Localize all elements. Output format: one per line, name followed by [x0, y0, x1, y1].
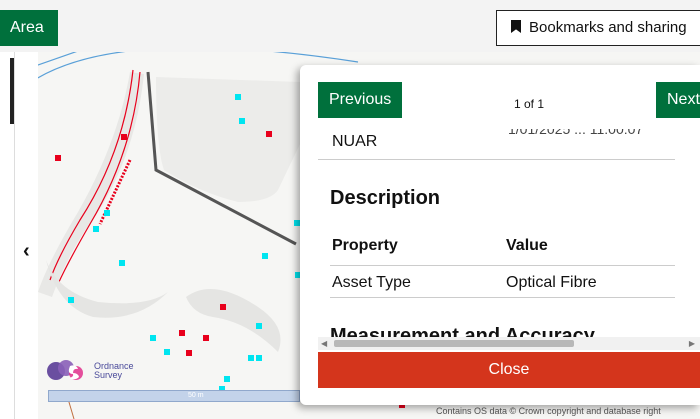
- source-value: NUAR: [332, 133, 378, 150]
- left-panel-edge: [0, 52, 14, 419]
- scrollbar-thumb[interactable]: [334, 340, 574, 347]
- table-cell-value: Optical Fibre: [506, 274, 597, 291]
- bookmarks-button[interactable]: Bookmarks and sharing: [496, 10, 700, 46]
- close-button[interactable]: Close: [318, 352, 700, 388]
- os-logo-text: Ordnance Survey: [94, 362, 134, 380]
- feature-info-popup: Previous 1 of 1 Next 1/01/2025 ... 11:00…: [300, 65, 700, 405]
- scroll-right-arrow-icon[interactable]: ▶: [689, 339, 695, 348]
- tree-canopy-1: [186, 289, 281, 352]
- divider: [318, 159, 675, 160]
- previous-button[interactable]: Previous: [318, 82, 403, 118]
- pager-count: 1 of 1: [514, 97, 545, 111]
- map-attribution: Contains OS data © Crown copyright and d…: [436, 406, 661, 416]
- table-divider: [330, 265, 675, 266]
- clipped-value: 1/01/2025 ... 11:00:07: [508, 129, 644, 137]
- chevron-left-icon[interactable]: ‹: [23, 240, 30, 263]
- next-button[interactable]: Next: [656, 82, 700, 118]
- road-verge: [38, 72, 144, 297]
- bookmark-icon: [511, 20, 521, 33]
- popup-scroll-content[interactable]: 1/01/2025 ... 11:00:07 NUAR Description …: [318, 129, 675, 345]
- horizontal-scrollbar[interactable]: ◀ ▶: [318, 337, 700, 350]
- building-footprint: [156, 77, 300, 202]
- search-area-arc-left: [38, 52, 77, 66]
- scale-bar: [48, 390, 300, 402]
- top-toolbar: Area Bookmarks and sharing: [0, 0, 700, 52]
- os-logo-line-2: Survey: [94, 370, 123, 380]
- ordnance-survey-logo: [47, 360, 83, 380]
- table-cell-property: Asset Type: [332, 274, 411, 291]
- table-header-value: Value: [506, 237, 548, 254]
- map-left-frame: [14, 52, 38, 419]
- scale-bar-label: 50 m: [188, 392, 204, 399]
- table-header-property: Property: [332, 237, 398, 254]
- area-button[interactable]: Area: [0, 10, 58, 46]
- tree-canopy-2: [46, 260, 168, 318]
- scroll-left-arrow-icon[interactable]: ◀: [321, 339, 327, 348]
- description-heading: Description: [330, 187, 441, 209]
- bookmarks-label: Bookmarks and sharing: [529, 19, 687, 36]
- table-divider-bottom: [330, 297, 675, 298]
